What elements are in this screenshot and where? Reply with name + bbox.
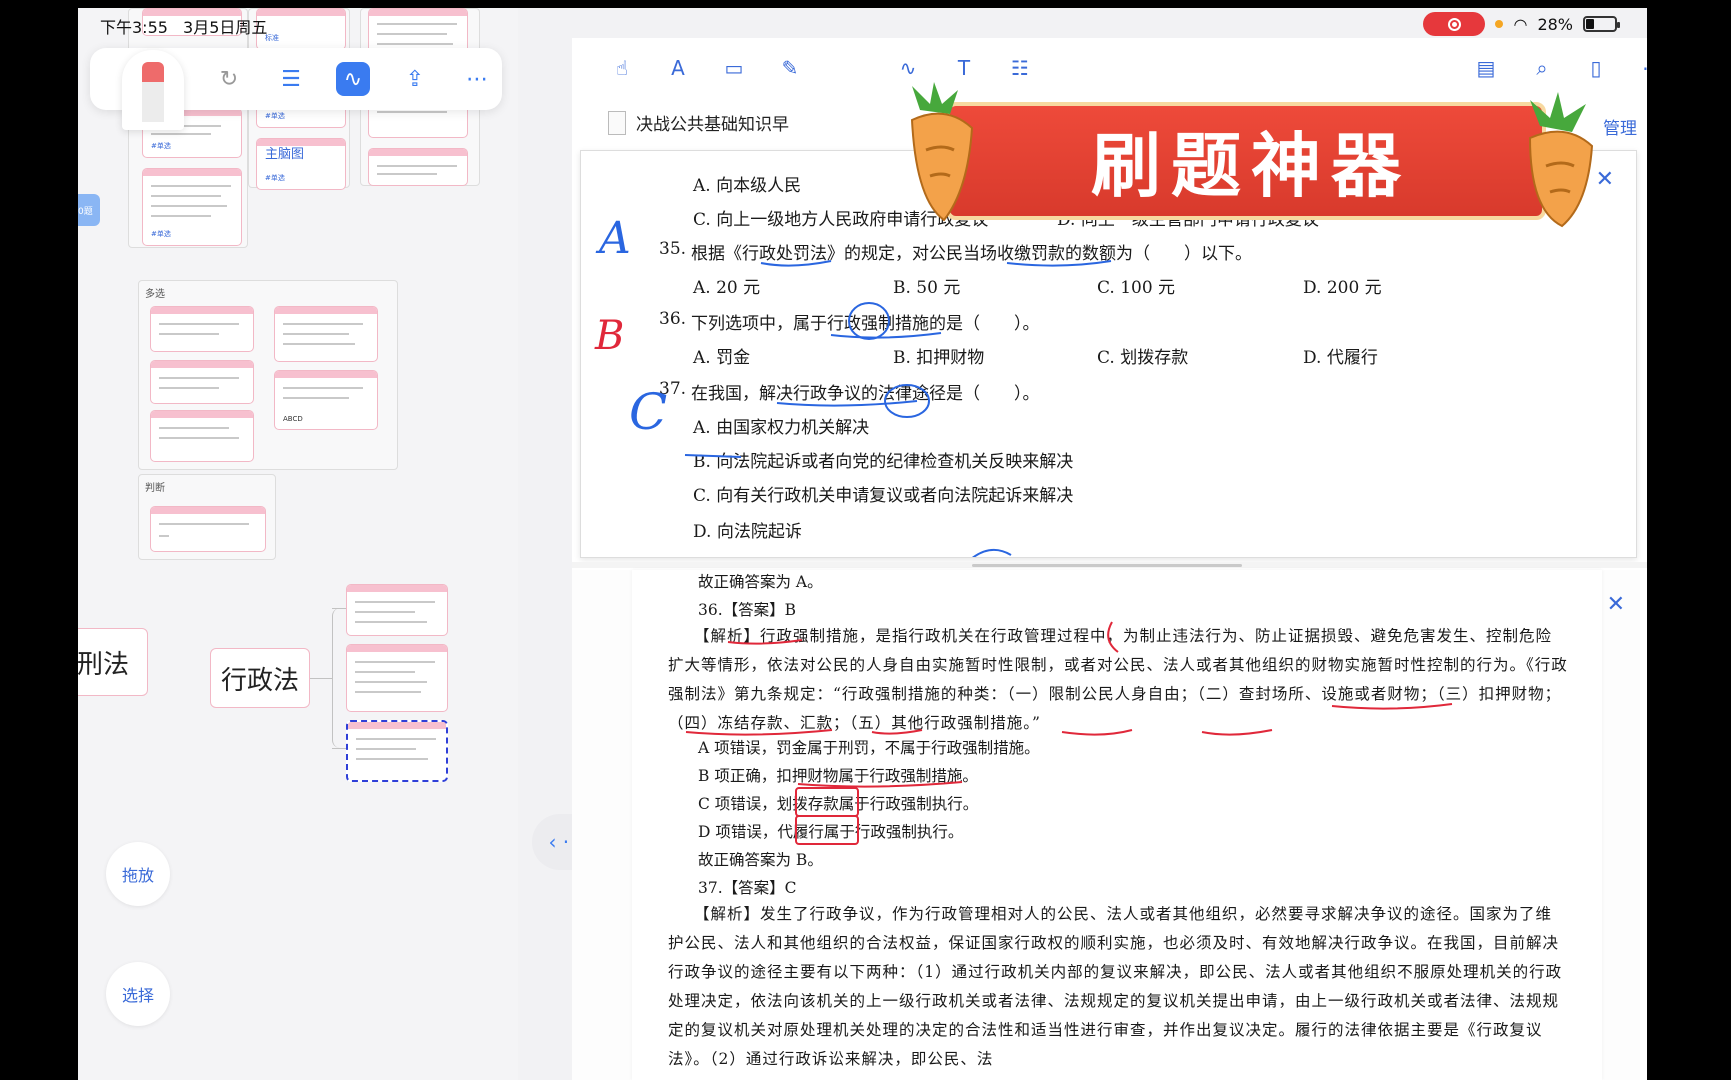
drag-button[interactable]: 拖放	[106, 842, 170, 906]
bookmark-icon[interactable]: ▯	[1582, 56, 1610, 82]
text-box-icon[interactable]: T	[950, 56, 978, 82]
question-card[interactable]	[150, 360, 254, 404]
question-card[interactable]: 主脑图 #单选	[256, 138, 346, 190]
mindmap-pane[interactable]: #单选 #单选 标准 #单选 主脑图 #单选 ↻ ☰ ∿ ⇪ ⋯ 0题 多选 A…	[78, 8, 518, 1080]
question-card[interactable]: ABCD	[274, 370, 378, 430]
mindmap-node-admin-law[interactable]: 行政法	[210, 648, 310, 708]
pencil-tool-icon[interactable]	[122, 50, 184, 130]
question-card[interactable]	[274, 306, 378, 362]
search-icon[interactable]: ⌕	[1528, 56, 1556, 82]
hand-pointer-icon[interactable]: ☝	[608, 56, 636, 82]
ipad-screen: #单选 #单选 标准 #单选 主脑图 #单选 ↻ ☰ ∿ ⇪ ⋯ 0题 多选 A…	[78, 8, 1647, 1080]
highlighter-icon[interactable]: A	[664, 56, 692, 82]
connector-line	[310, 678, 332, 679]
question-card[interactable]	[150, 410, 254, 462]
ink-annotations	[685, 621, 1453, 845]
question-card[interactable]	[346, 644, 448, 712]
group-label: 判断	[145, 483, 165, 494]
file-tab[interactable]: 决战公共基础知识早	[608, 110, 789, 135]
card-tag: #单选	[151, 142, 171, 150]
question-card[interactable]	[346, 584, 448, 636]
manage-button[interactable]: 管理	[1603, 114, 1637, 139]
mindmap-label: 主脑图	[265, 147, 305, 162]
mindmap-toolbar: ↻ ☰ ∿ ⇪ ⋯	[90, 48, 502, 130]
banner-title: 刷题神器	[1091, 124, 1411, 207]
file-icon	[608, 110, 626, 135]
more-icon[interactable]: ⋯	[1638, 56, 1647, 82]
question-card[interactable]	[150, 306, 254, 352]
group-label: 多选	[145, 289, 165, 300]
share-icon[interactable]: ⇪	[398, 62, 432, 96]
battery-icon	[1583, 16, 1620, 32]
mic-indicator-icon	[1495, 20, 1504, 28]
question-card[interactable]: #单选	[142, 168, 242, 246]
pen-icon[interactable]: ✎	[776, 56, 804, 82]
select-button[interactable]: 选择	[106, 962, 170, 1026]
redo-icon[interactable]: ↻	[212, 62, 246, 96]
status-bar-right: ◠ 28%	[1423, 12, 1620, 36]
file-name: 决战公共基础知识早	[636, 115, 789, 135]
question-card[interactable]	[150, 506, 266, 552]
promo-banner: 刷题神器	[876, 80, 1606, 228]
question-card-selected[interactable]	[346, 720, 448, 782]
answer-panel[interactable]: ✕ 故正确答案为 A。 36.【答案】B 【解析】行政强制措施，是指行政机关在行…	[572, 570, 1647, 1080]
card-tag: #单选	[265, 112, 285, 120]
carrot-icon	[1528, 92, 1594, 228]
card-text: ABCD	[283, 415, 303, 423]
rectangle-select-icon[interactable]: ▭	[720, 56, 748, 82]
edge-tab[interactable]: 0题	[78, 194, 100, 226]
panel-resize-grabber[interactable]	[972, 564, 1242, 567]
question-card[interactable]	[368, 148, 468, 186]
answer-page: 故正确答案为 A。 36.【答案】B 【解析】行政强制措施，是指行政机关在行政管…	[632, 570, 1602, 1080]
document-icon[interactable]: ▤	[1472, 56, 1500, 82]
status-date: 3月5日周五	[183, 18, 268, 37]
battery-percent: 28%	[1537, 14, 1573, 34]
curve-icon[interactable]: ∿	[894, 56, 922, 82]
screen-recording-icon[interactable]	[1423, 12, 1486, 36]
curve-icon[interactable]: ∿	[336, 62, 370, 96]
close-icon[interactable]: ✕	[1607, 592, 1625, 617]
status-time: 下午3:55	[100, 18, 168, 37]
list-box-icon[interactable]: ☷	[1006, 56, 1034, 82]
card-tag: #单选	[151, 230, 171, 238]
wifi-icon: ◠	[1513, 14, 1528, 34]
card-tag: #单选	[265, 174, 285, 182]
status-bar-left: 下午3:55 3月5日周五	[100, 14, 277, 38]
mindmap-node-criminal-law[interactable]: 刑法	[78, 628, 148, 696]
more-icon[interactable]: ⋯	[460, 62, 494, 96]
list-icon[interactable]: ☰	[274, 62, 308, 96]
